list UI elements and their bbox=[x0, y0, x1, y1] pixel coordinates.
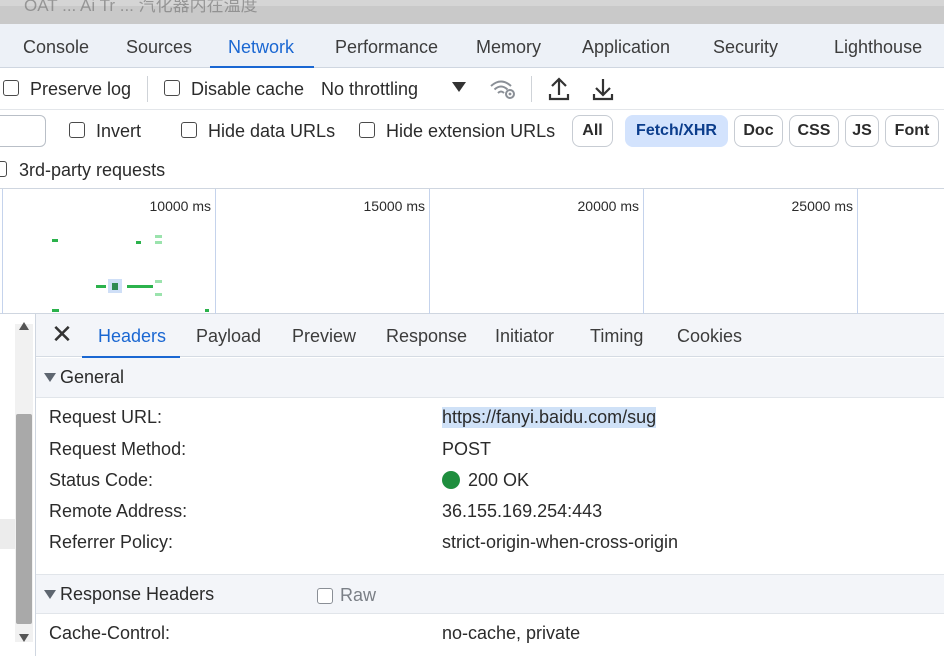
filter-doc-button[interactable]: Doc bbox=[734, 115, 783, 147]
import-har-icon[interactable] bbox=[548, 77, 570, 101]
raw-checkbox[interactable] bbox=[317, 588, 333, 604]
referrer-policy-key: Referrer Policy: bbox=[49, 532, 174, 552]
preserve-log-checkbox[interactable] bbox=[3, 80, 19, 96]
filter-all-button[interactable]: All bbox=[572, 115, 613, 147]
disable-cache-checkbox[interactable] bbox=[164, 80, 180, 96]
request-mark bbox=[205, 309, 209, 312]
general-section-title: General bbox=[60, 367, 125, 387]
window-top-strip: OAT ... Ai Tr ... 汽化器内在温度 bbox=[0, 0, 944, 24]
timeline-gridline bbox=[2, 189, 3, 314]
devtools-tab-bar: Console Sources Network Performance Memo… bbox=[0, 24, 944, 68]
chevron-down-icon[interactable] bbox=[452, 82, 466, 92]
scroll-up-icon[interactable] bbox=[19, 322, 29, 330]
tab-security[interactable]: Security bbox=[713, 24, 778, 68]
network-conditions-icon[interactable] bbox=[489, 77, 517, 101]
request-mark bbox=[155, 235, 162, 238]
tab-cookies[interactable]: Cookies bbox=[677, 314, 742, 357]
third-party-label[interactable]: 3rd-party requests bbox=[19, 160, 165, 181]
invert-label[interactable]: Invert bbox=[96, 121, 141, 142]
filter-font-button[interactable]: Font bbox=[885, 115, 939, 147]
remote-address-key: Remote Address: bbox=[49, 501, 188, 521]
filter-css-button[interactable]: CSS bbox=[789, 115, 839, 147]
request-mark bbox=[52, 239, 58, 242]
request-mark bbox=[155, 241, 162, 244]
tab-application[interactable]: Application bbox=[582, 24, 670, 68]
scroll-down-icon[interactable] bbox=[19, 634, 29, 642]
tab-network[interactable]: Network bbox=[209, 24, 315, 68]
tab-timing[interactable]: Timing bbox=[590, 314, 643, 357]
tab-response[interactable]: Response bbox=[386, 314, 467, 357]
toolbar-divider bbox=[147, 76, 148, 102]
preserve-log-label[interactable]: Preserve log bbox=[30, 79, 131, 100]
response-headers-section-header[interactable]: Response Headers Raw bbox=[36, 574, 944, 614]
cut-off-title: OAT ... Ai Tr ... 汽化器内在温度 bbox=[24, 0, 258, 15]
referrer-policy-value[interactable]: strict-origin-when-cross-origin bbox=[442, 532, 678, 553]
cache-control-key: Cache-Control: bbox=[49, 623, 171, 643]
tab-payload[interactable]: Payload bbox=[196, 314, 261, 357]
status-ok-dot-icon bbox=[442, 471, 460, 489]
collapse-triangle-icon[interactable] bbox=[44, 590, 56, 599]
disable-cache-label[interactable]: Disable cache bbox=[191, 79, 304, 100]
tab-preview[interactable]: Preview bbox=[292, 314, 356, 357]
request-mark bbox=[52, 309, 59, 312]
request-mark bbox=[155, 293, 162, 296]
filter-fetch-xhr-button[interactable]: Fetch/XHR bbox=[625, 115, 728, 147]
request-mark bbox=[127, 285, 153, 288]
request-mark bbox=[112, 283, 118, 290]
filter-js-button[interactable]: JS bbox=[845, 115, 879, 147]
response-headers-title: Response Headers bbox=[60, 584, 215, 604]
toolbar-divider bbox=[531, 76, 532, 102]
timeline-gridline bbox=[215, 189, 216, 314]
request-method-value[interactable]: POST bbox=[442, 439, 491, 460]
hide-extension-urls-label[interactable]: Hide extension URLs bbox=[386, 121, 555, 142]
request-mark bbox=[96, 285, 106, 288]
request-mark bbox=[155, 280, 162, 283]
status-code-key: Status Code: bbox=[49, 470, 154, 490]
timeline-tick-label: 20000 ms bbox=[577, 198, 639, 214]
hide-data-urls-label[interactable]: Hide data URLs bbox=[208, 121, 335, 142]
close-icon[interactable]: ✕ bbox=[50, 321, 74, 347]
request-url-value[interactable]: https://fanyi.baidu.com/sug bbox=[442, 407, 657, 428]
tab-sources[interactable]: Sources bbox=[126, 24, 192, 68]
tab-performance[interactable]: Performance bbox=[335, 24, 438, 68]
network-toolbar: Preserve log Disable cache No throttling bbox=[0, 68, 944, 110]
throttling-select[interactable]: No throttling bbox=[321, 79, 418, 100]
scrollbar-thumb[interactable] bbox=[16, 414, 32, 624]
request-details-pane: ✕ Headers Payload Preview Response Initi… bbox=[36, 314, 944, 656]
request-list[interactable] bbox=[0, 314, 36, 656]
third-party-checkbox[interactable] bbox=[0, 161, 7, 177]
timeline-tick-label: 10000 ms bbox=[149, 198, 211, 214]
tab-memory[interactable]: Memory bbox=[476, 24, 541, 68]
timeline-gridline bbox=[857, 189, 858, 314]
general-section-header[interactable]: General bbox=[36, 358, 944, 398]
timeline-gridline bbox=[643, 189, 644, 314]
timeline-tick-label: 15000 ms bbox=[363, 198, 425, 214]
timeline-tick-label: 25000 ms bbox=[791, 198, 853, 214]
remote-address-value[interactable]: 36.155.169.254:443 bbox=[442, 501, 602, 522]
cache-control-value[interactable]: no-cache, private bbox=[442, 623, 580, 644]
tab-lighthouse[interactable]: Lighthouse bbox=[834, 24, 922, 68]
hide-data-urls-checkbox[interactable] bbox=[181, 122, 197, 138]
tab-console[interactable]: Console bbox=[23, 24, 89, 68]
network-overview-timeline[interactable]: 10000 ms 15000 ms 20000 ms 25000 ms bbox=[0, 189, 944, 314]
third-party-bar: 3rd-party requests bbox=[0, 152, 944, 189]
export-har-icon[interactable] bbox=[592, 77, 614, 101]
request-mark bbox=[136, 241, 141, 244]
filter-input[interactable] bbox=[0, 115, 46, 147]
invert-checkbox[interactable] bbox=[69, 122, 85, 138]
raw-label[interactable]: Raw bbox=[340, 585, 376, 606]
tab-initiator[interactable]: Initiator bbox=[495, 314, 554, 357]
request-row-selected[interactable] bbox=[0, 519, 15, 549]
status-code-text: 200 OK bbox=[468, 470, 530, 490]
details-tab-bar: ✕ Headers Payload Preview Response Initi… bbox=[36, 314, 944, 358]
filter-bar: Invert Hide data URLs Hide extension URL… bbox=[0, 110, 944, 152]
tab-headers[interactable]: Headers bbox=[81, 314, 181, 358]
status-code-value[interactable]: 200 OK bbox=[442, 470, 529, 491]
hide-extension-urls-checkbox[interactable] bbox=[359, 122, 375, 138]
request-method-key: Request Method: bbox=[49, 439, 187, 459]
collapse-triangle-icon[interactable] bbox=[44, 373, 56, 382]
request-url-key: Request URL: bbox=[49, 407, 163, 427]
timeline-gridline bbox=[429, 189, 430, 314]
